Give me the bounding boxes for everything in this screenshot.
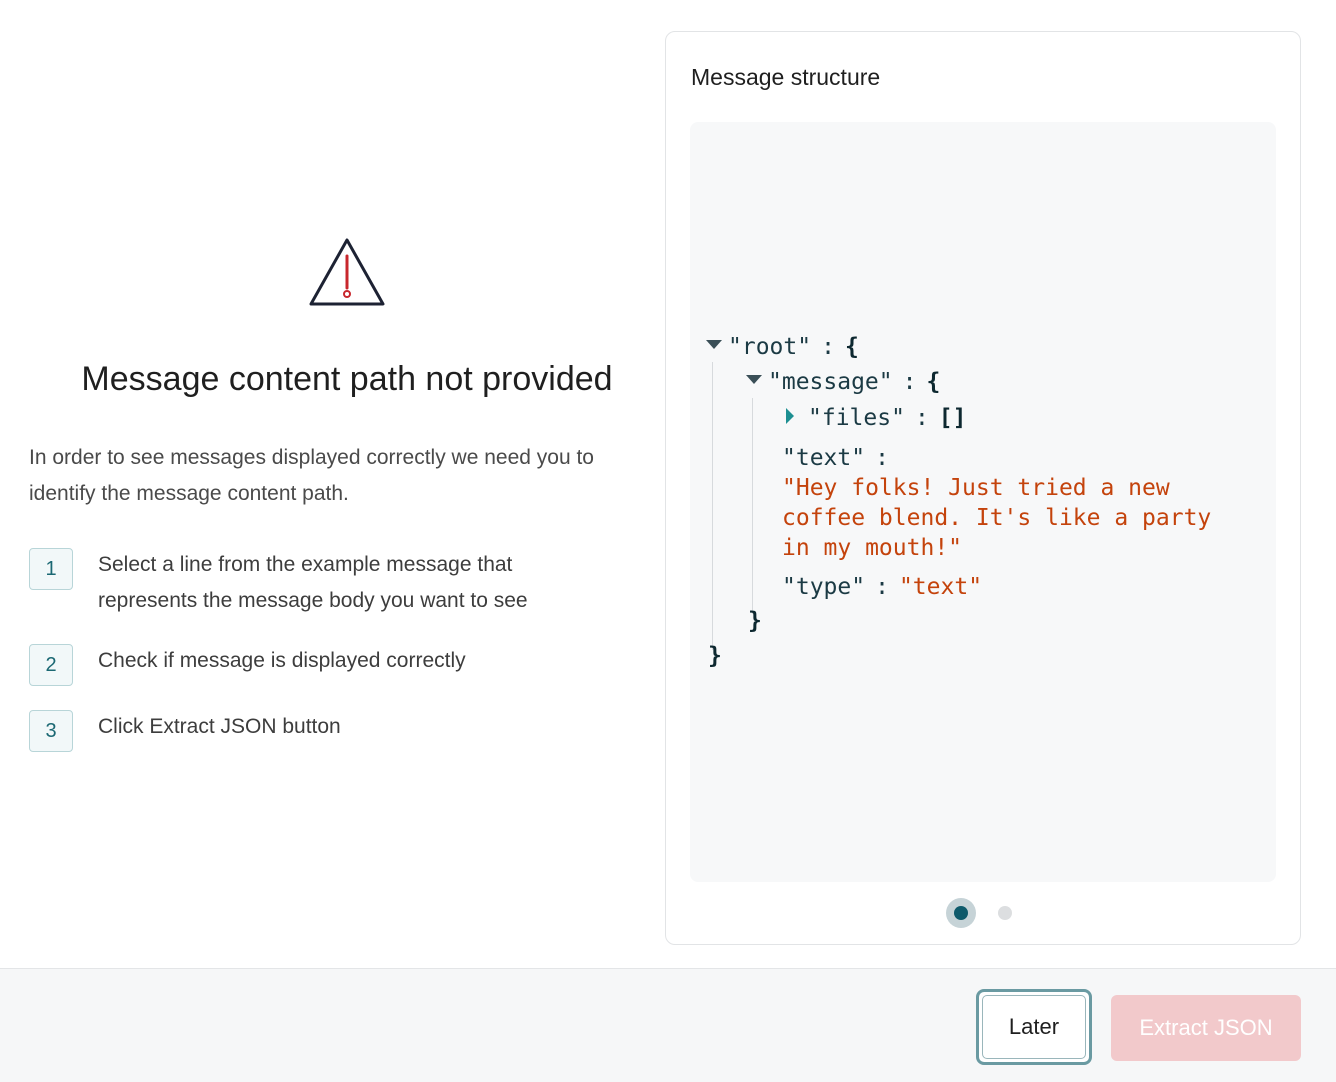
step-item: 1 Select a line from the example message… — [29, 548, 649, 619]
instructions-panel: Message content path not provided In ord… — [29, 0, 649, 968]
json-node-root[interactable]: "root":{ — [706, 332, 859, 362]
message-structure-card: Message structure "root":{ "message":{ "… — [665, 31, 1301, 945]
step-item: 2 Check if message is displayed correctl… — [29, 644, 649, 686]
indent-guide — [712, 362, 713, 650]
step-number: 2 — [29, 644, 73, 686]
json-node-message[interactable]: "message":{ — [746, 367, 940, 397]
caret-right-icon[interactable] — [786, 407, 794, 424]
step-text: Check if message is displayed correctly — [98, 649, 466, 672]
card-title: Message structure — [691, 64, 881, 90]
pagination-dots — [946, 898, 1026, 928]
step-text: Click Extract JSON button — [98, 715, 341, 738]
later-button-label: Later — [982, 995, 1086, 1059]
json-close-message: } — [748, 608, 762, 634]
json-close-root: } — [708, 643, 722, 669]
caret-down-icon[interactable] — [746, 375, 762, 384]
json-value-text-line[interactable]: "Hey folks! Just tried a new — [782, 473, 1170, 503]
page: Message content path not provided In ord… — [0, 0, 1336, 1082]
warning-triangle-icon — [309, 238, 385, 306]
later-button[interactable]: Later — [976, 989, 1092, 1065]
json-value-text-line[interactable]: in my mouth!" — [782, 533, 962, 563]
json-node-files[interactable]: "files":[] — [786, 403, 967, 433]
json-value-text-line[interactable]: coffee blend. It's like a party — [782, 503, 1211, 533]
json-node-type[interactable]: "type": "text" — [782, 572, 982, 602]
extract-json-button[interactable]: Extract JSON — [1111, 995, 1301, 1061]
step-item: 3 Click Extract JSON button — [29, 710, 649, 752]
page-title: Message content path not provided — [81, 360, 613, 398]
intro-text: In order to see messages displayed corre… — [29, 446, 594, 505]
caret-down-icon[interactable] — [706, 340, 722, 349]
step-text: Select a line from the example message t… — [98, 553, 528, 612]
pagination-dot[interactable] — [998, 906, 1012, 920]
json-viewer: "root":{ "message":{ "files":[] "text": … — [690, 122, 1276, 882]
pagination-dot-active[interactable] — [946, 898, 976, 928]
indent-guide — [752, 398, 753, 614]
step-number: 3 — [29, 710, 73, 752]
step-number: 1 — [29, 548, 73, 590]
footer-bar: Later Extract JSON — [0, 968, 1336, 1082]
json-node-text[interactable]: "text": — [782, 443, 899, 473]
json-tree: "root":{ "message":{ "files":[] "text": … — [690, 122, 1276, 882]
